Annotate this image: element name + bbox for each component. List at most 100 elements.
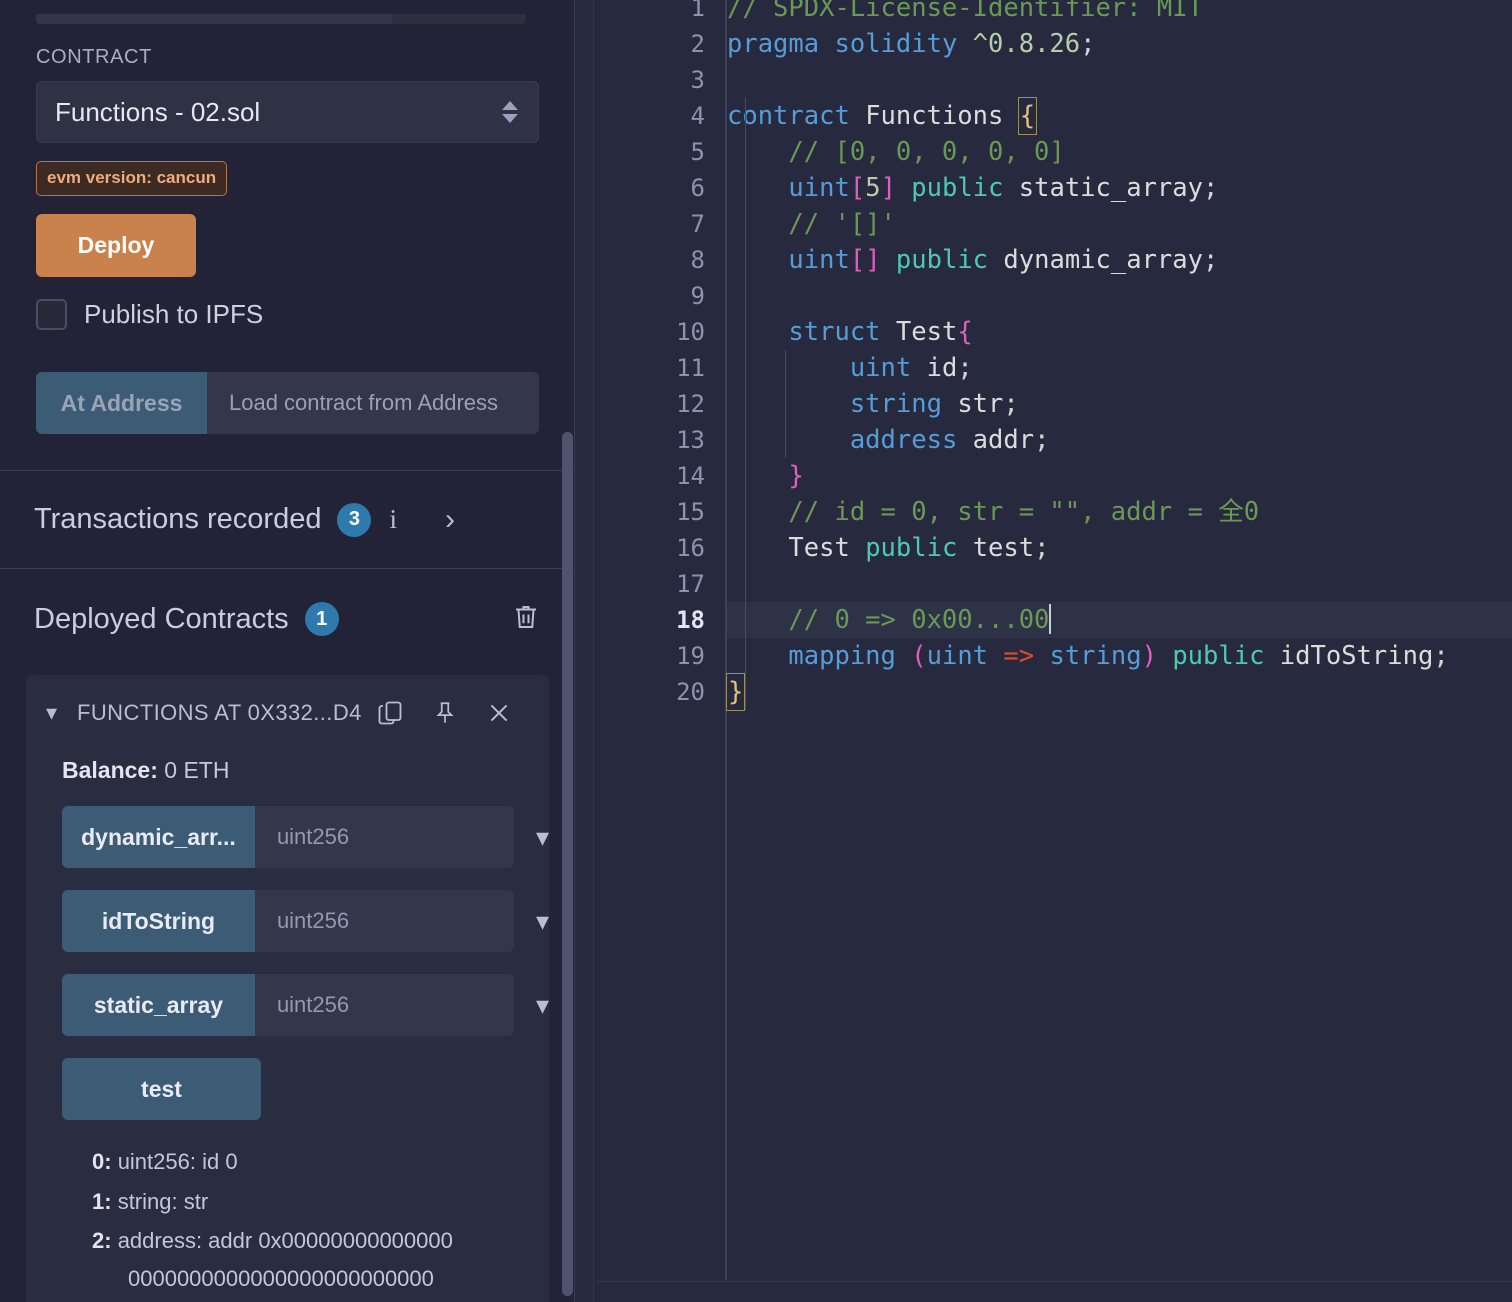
line-number: 20 bbox=[676, 678, 705, 706]
chevron-down-icon[interactable]: ▾ bbox=[46, 702, 57, 724]
code-token: static_array bbox=[1018, 173, 1203, 203]
clipped-field-right bbox=[392, 14, 526, 24]
deploy-button[interactable]: Deploy bbox=[36, 214, 196, 277]
code-token: idToString bbox=[1279, 641, 1434, 671]
trash-icon[interactable] bbox=[511, 601, 541, 638]
balance-label: Balance: bbox=[62, 757, 158, 783]
function-button-test[interactable]: test bbox=[62, 1058, 261, 1120]
line-number: 19 bbox=[676, 642, 705, 670]
left-panel-scrollbar-thumb[interactable] bbox=[562, 432, 573, 1296]
function-input-id-to-string[interactable] bbox=[254, 890, 514, 952]
deployed-contracts-header: Deployed Contracts 1 bbox=[0, 569, 575, 669]
chevron-down-icon[interactable]: ▾ bbox=[536, 824, 549, 850]
line-number: 11 bbox=[676, 354, 705, 382]
line-number: 18 bbox=[676, 606, 705, 634]
code-token: ; bbox=[1003, 389, 1019, 419]
at-address-input[interactable] bbox=[207, 372, 539, 434]
code-token: dynamic_array bbox=[1003, 245, 1203, 275]
output-value: string: str bbox=[117, 1189, 209, 1214]
transactions-count-badge: 3 bbox=[337, 502, 372, 537]
publish-to-ipfs-checkbox[interactable] bbox=[36, 299, 67, 330]
editor-bottom-divider bbox=[597, 1281, 1512, 1282]
code-text: // id = 0, str = "", addr = 全0 bbox=[727, 494, 1259, 530]
output-index: 1: bbox=[92, 1189, 112, 1214]
code-token: ; bbox=[1080, 29, 1096, 59]
publish-to-ipfs-row[interactable]: Publish to IPFS bbox=[36, 299, 539, 330]
code-token: struct bbox=[788, 317, 881, 347]
line-number: 17 bbox=[676, 570, 705, 598]
contract-select[interactable]: Functions - 02.sol bbox=[36, 81, 539, 143]
chevron-down-icon[interactable]: ▾ bbox=[536, 992, 549, 1018]
output-line: 1: string: str bbox=[92, 1182, 479, 1222]
close-icon[interactable] bbox=[486, 699, 512, 727]
code-token: address bbox=[849, 425, 958, 455]
line-number: 1 bbox=[690, 0, 705, 22]
output-line: 0: uint256: id 0 bbox=[92, 1142, 479, 1182]
contract-label: CONTRACT bbox=[36, 46, 152, 68]
code-text: string str; bbox=[727, 386, 1019, 422]
function-button-static-array[interactable]: static_array bbox=[62, 974, 255, 1036]
code-token: string bbox=[1049, 641, 1142, 671]
at-address-button[interactable]: At Address bbox=[36, 372, 207, 434]
code-text: // SPDX-License-Identifier: MIT bbox=[727, 0, 1203, 26]
publish-to-ipfs-label: Publish to IPFS bbox=[84, 299, 264, 329]
output-index: 2: bbox=[92, 1228, 112, 1253]
function-output-list: 0: uint256: id 0 1: string: str 2: addre… bbox=[26, 1142, 549, 1298]
line-number: 15 bbox=[676, 498, 705, 526]
line-number: 12 bbox=[676, 390, 705, 418]
code-token: // id = 0, str = "", addr = 全0 bbox=[727, 497, 1260, 527]
code-text: uint id; bbox=[727, 350, 973, 386]
code-token: test bbox=[972, 533, 1035, 563]
balance-row: Balance: 0 ETH bbox=[26, 737, 549, 784]
text-cursor bbox=[1049, 604, 1052, 634]
code-token: // 0 => 0x00...00 bbox=[727, 605, 1050, 635]
code-token: solidity bbox=[834, 29, 958, 59]
output-index: 0: bbox=[92, 1149, 112, 1174]
code-token: public bbox=[911, 173, 1004, 203]
chevron-updown-icon bbox=[502, 101, 518, 123]
line-number: 6 bbox=[690, 174, 705, 202]
function-input-static-array[interactable] bbox=[254, 974, 514, 1036]
function-row: dynamic_arr... ▾ bbox=[62, 806, 549, 868]
line-number: 7 bbox=[690, 210, 705, 238]
code-text: // '[]' bbox=[727, 206, 895, 242]
clipped-top-field bbox=[36, 14, 526, 24]
code-editor[interactable]: 1 // SPDX-License-Identifier: MIT 2 pragma … bbox=[575, 0, 1512, 1302]
pin-icon[interactable] bbox=[432, 698, 458, 728]
function-input-dynamic-array[interactable] bbox=[254, 806, 514, 868]
transactions-recorded-header[interactable]: Transactions recorded 3 i › bbox=[0, 471, 575, 569]
code-token: public bbox=[895, 245, 989, 275]
line-number: 13 bbox=[676, 426, 705, 454]
editor-left-border bbox=[593, 0, 594, 1302]
bracket-match: { bbox=[1017, 97, 1038, 135]
function-button-id-to-string[interactable]: idToString bbox=[62, 890, 255, 952]
copy-icon[interactable] bbox=[376, 698, 404, 728]
code-token: ; bbox=[1034, 533, 1050, 563]
code-token: str bbox=[957, 389, 1004, 419]
left-panel-scrollbar[interactable] bbox=[561, 0, 575, 1302]
deployed-contracts-title: Deployed Contracts bbox=[34, 602, 289, 635]
line-number: 3 bbox=[690, 66, 705, 94]
chevron-down-icon[interactable]: ▾ bbox=[536, 908, 549, 934]
balance-value: 0 ETH bbox=[164, 757, 230, 783]
info-icon[interactable]: i bbox=[389, 504, 397, 535]
contract-section: CONTRACT Functions - 02.sol evm version:… bbox=[0, 46, 575, 434]
code-token: Functions bbox=[865, 101, 1004, 131]
output-value: address: addr 0x00000000000000 bbox=[117, 1228, 453, 1253]
chevron-right-icon[interactable]: › bbox=[445, 504, 455, 535]
code-text: mapping (uint => string) public idToStri… bbox=[727, 638, 1448, 674]
function-button-dynamic-array[interactable]: dynamic_arr... bbox=[62, 806, 255, 868]
